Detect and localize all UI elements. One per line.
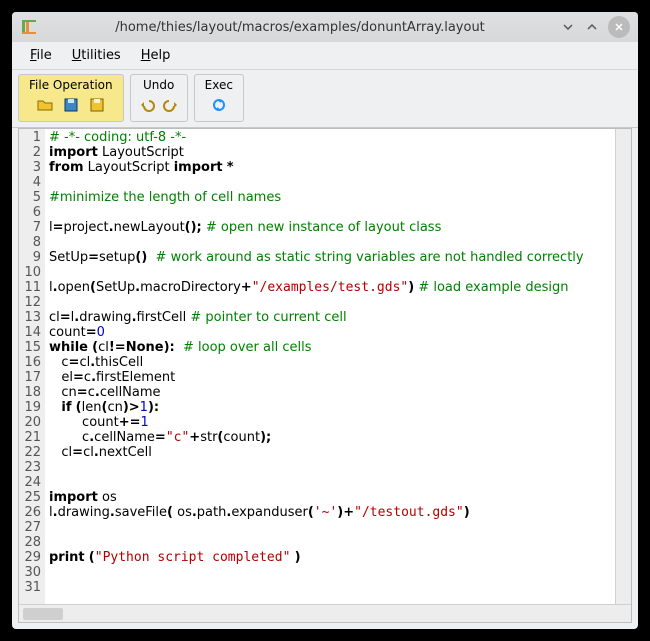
menu-help[interactable]: Help — [131, 44, 181, 67]
save-as-icon[interactable] — [88, 96, 106, 114]
open-icon[interactable] — [36, 96, 54, 114]
menubar: File Utilities Help — [12, 42, 638, 70]
toolbar: File Operation Undo Exec — [12, 70, 638, 128]
menu-utilities[interactable]: Utilities — [62, 44, 131, 67]
exec-icon[interactable] — [210, 96, 228, 114]
toolbar-group-file-label: File Operation — [25, 77, 117, 94]
app-icon — [20, 18, 38, 36]
toolbar-group-exec-label: Exec — [201, 77, 237, 94]
maximize-button[interactable] — [582, 17, 602, 37]
window: /home/thies/layout/macros/examples/donun… — [12, 12, 638, 629]
toolbar-group-exec: Exec — [194, 74, 244, 122]
toolbar-group-undo: Undo — [130, 74, 188, 122]
code-area[interactable]: # -*- coding: utf-8 -*-import LayoutScri… — [45, 129, 615, 604]
close-button[interactable] — [608, 16, 630, 38]
vertical-scrollbar[interactable] — [615, 129, 631, 604]
undo-icon[interactable] — [137, 96, 155, 114]
toolbar-group-file: File Operation — [18, 74, 124, 122]
line-number-gutter: 1234567891011121314151617181920212223242… — [19, 129, 45, 604]
scrollbar-thumb[interactable] — [23, 608, 63, 620]
toolbar-group-undo-label: Undo — [139, 77, 178, 94]
editor: 1234567891011121314151617181920212223242… — [18, 128, 632, 623]
titlebar: /home/thies/layout/macros/examples/donun… — [12, 12, 638, 42]
menu-file[interactable]: File — [20, 44, 62, 67]
minimize-button[interactable] — [558, 17, 578, 37]
horizontal-scrollbar[interactable] — [19, 604, 631, 622]
redo-icon[interactable] — [163, 96, 181, 114]
window-title: /home/thies/layout/macros/examples/donun… — [46, 20, 554, 35]
save-icon[interactable] — [62, 96, 80, 114]
